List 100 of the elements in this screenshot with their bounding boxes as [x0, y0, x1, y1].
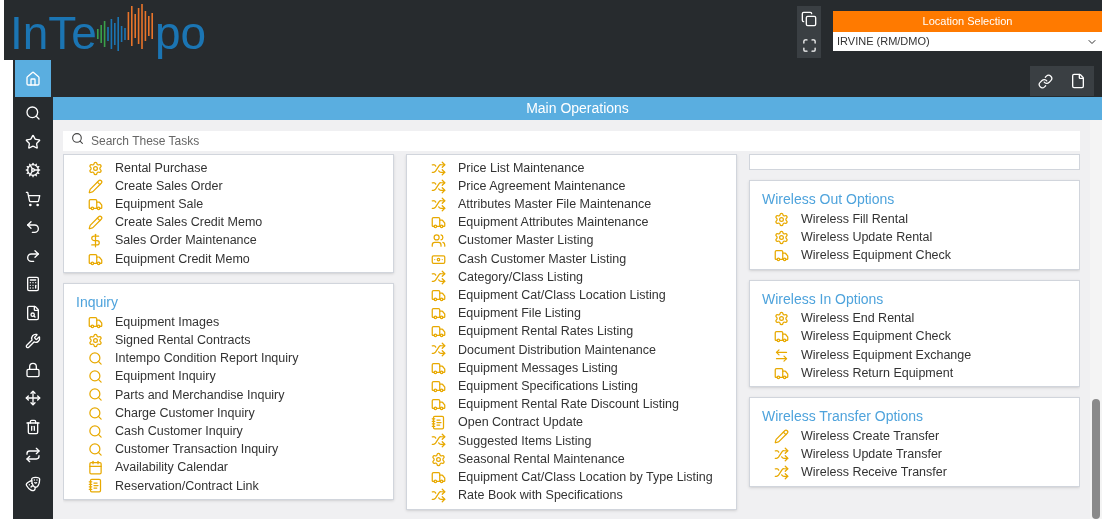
- task-link[interactable]: Equipment Inquiry: [115, 367, 216, 387]
- gear-icon: [88, 160, 103, 176]
- link-icon[interactable]: [1038, 73, 1054, 89]
- task-link[interactable]: Wireless Return Equipment: [801, 363, 954, 383]
- search-icon: [88, 423, 103, 439]
- people-icon: [431, 233, 446, 249]
- shuffle-icon: [774, 447, 789, 463]
- task-link[interactable]: Wireless Fill Rental: [801, 209, 908, 229]
- shuffle-icon: [431, 160, 446, 176]
- location-dropdown[interactable]: IRVINE (RM/DMO): [833, 32, 1102, 51]
- task-link[interactable]: Equipment File Listing: [458, 304, 581, 323]
- task-link[interactable]: Wireless End Rental: [801, 309, 915, 329]
- task-link[interactable]: Price List Maintenance: [458, 158, 585, 178]
- task-link[interactable]: Equipment Sale: [115, 195, 204, 214]
- fullscreen-icon[interactable]: [801, 37, 817, 53]
- task-link[interactable]: Wireless Receive Transfer: [801, 463, 947, 483]
- task-link[interactable]: Attributes Master File Maintenance: [458, 195, 652, 214]
- task-link[interactable]: Seasonal Rental Maintenance: [458, 449, 625, 469]
- task-link[interactable]: Equipment Specifications Listing: [458, 376, 638, 396]
- gear-icon: [431, 451, 446, 467]
- task-link[interactable]: Equipment Images: [115, 312, 220, 332]
- task-link[interactable]: Equipment Credit Memo: [115, 249, 250, 269]
- task-link[interactable]: Category/Class Listing: [458, 267, 584, 287]
- task-link[interactable]: Equipment Cat/Class Location by Type Listing: [458, 467, 713, 487]
- task-link[interactable]: Equipment Messages Listing: [458, 358, 618, 378]
- card-title: Wireless Out Options: [762, 190, 896, 209]
- shuffle-icon: [431, 433, 446, 449]
- truck-icon: [431, 287, 446, 303]
- truck-icon: [774, 365, 789, 381]
- card-title: Wireless Transfer Options: [762, 407, 925, 427]
- search-icon: [25, 105, 41, 122]
- gear-icon: [774, 311, 789, 327]
- cart-icon: [25, 190, 41, 207]
- task-link[interactable]: Equipment Attributes Maintenance: [458, 213, 649, 233]
- search-icon: [88, 442, 103, 458]
- task-link[interactable]: Availability Calendar: [115, 458, 229, 478]
- gears-icon: [25, 162, 41, 179]
- task-link[interactable]: Cash Customer Master Listing: [458, 249, 627, 269]
- forward-arrow-icon: [25, 247, 41, 264]
- search-field[interactable]: Search These Tasks: [63, 131, 1080, 151]
- task-link[interactable]: Cash Customer Inquiry: [115, 421, 243, 441]
- pencil-icon: [88, 178, 103, 194]
- truck-icon: [88, 196, 103, 212]
- task-link[interactable]: Customer Transaction Inquiry: [115, 440, 279, 459]
- wrench-icon: [25, 333, 41, 350]
- task-link[interactable]: Wireless Create Transfer: [801, 427, 940, 446]
- document-search-icon: [25, 304, 41, 321]
- search-icon: [88, 351, 103, 367]
- task-link[interactable]: Equipment Rental Rate Discount Listing: [458, 395, 679, 414]
- masks-icon: [25, 475, 41, 492]
- shuffle-icon: [431, 342, 446, 358]
- task-link[interactable]: Wireless Update Transfer: [801, 445, 943, 464]
- task-link[interactable]: Document Distribution Maintenance: [458, 340, 657, 360]
- pencil-icon: [88, 215, 103, 231]
- truck-icon: [431, 397, 446, 413]
- gear-icon: [774, 229, 789, 245]
- task-link[interactable]: Rental Purchase: [115, 158, 208, 178]
- task-link[interactable]: Charge Customer Inquiry: [115, 403, 255, 423]
- task-link[interactable]: Equipment Cat/Class Location Listing: [458, 286, 666, 305]
- truck-icon: [431, 324, 446, 340]
- search-icon: [88, 387, 103, 403]
- task-link[interactable]: Signed Rental Contracts: [115, 331, 251, 350]
- truck-icon: [774, 329, 789, 345]
- windows-icon[interactable]: [801, 11, 817, 28]
- truck-icon: [431, 469, 446, 485]
- truck-icon: [431, 215, 446, 231]
- truck-icon: [431, 306, 446, 322]
- task-link[interactable]: Customer Master Listing: [458, 231, 594, 251]
- return-arrow-icon: [25, 219, 41, 236]
- shuffle-icon: [431, 178, 446, 194]
- task-link[interactable]: Parts and Merchandise Inquiry: [115, 385, 285, 405]
- home-icon: [25, 70, 41, 87]
- task-link[interactable]: Open Contract Update: [458, 413, 584, 433]
- task-link[interactable]: Create Sales Order: [115, 176, 223, 196]
- card-title: Wireless In Options: [762, 289, 885, 309]
- truck-icon: [431, 360, 446, 376]
- task-link[interactable]: Wireless Equipment Exchange: [801, 345, 972, 365]
- task-link[interactable]: Reservation/Contract Link: [115, 476, 259, 496]
- notebook-icon: [431, 415, 446, 431]
- task-link[interactable]: Wireless Equipment Check: [801, 246, 952, 265]
- truck-icon: [88, 251, 103, 267]
- shuffle-icon: [774, 465, 789, 481]
- task-link[interactable]: Create Sales Credit Memo: [115, 213, 263, 233]
- task-link[interactable]: Wireless Update Rental: [801, 227, 933, 247]
- section-title: Main Operations: [53, 97, 1102, 120]
- repeat-icon: [25, 447, 41, 464]
- exchange-arrows-icon: [774, 347, 789, 363]
- task-link[interactable]: Intempo Condition Report Inquiry: [115, 349, 299, 368]
- task-link[interactable]: Price Agreement Maintenance: [458, 176, 626, 196]
- task-link[interactable]: Wireless Equipment Check: [801, 327, 952, 347]
- task-link[interactable]: Suggested Items Listing: [458, 431, 592, 451]
- gear-icon: [88, 332, 103, 348]
- task-link[interactable]: Rate Book with Specifications: [458, 486, 623, 505]
- document-icon[interactable]: [1069, 73, 1086, 89]
- search-icon: [88, 369, 103, 385]
- star-icon: [25, 133, 41, 150]
- task-link[interactable]: Sales Order Maintenance: [115, 231, 257, 251]
- task-link[interactable]: Equipment Rental Rates Listing: [458, 322, 634, 342]
- gear-icon: [774, 211, 789, 227]
- dollar-icon: [88, 233, 103, 249]
